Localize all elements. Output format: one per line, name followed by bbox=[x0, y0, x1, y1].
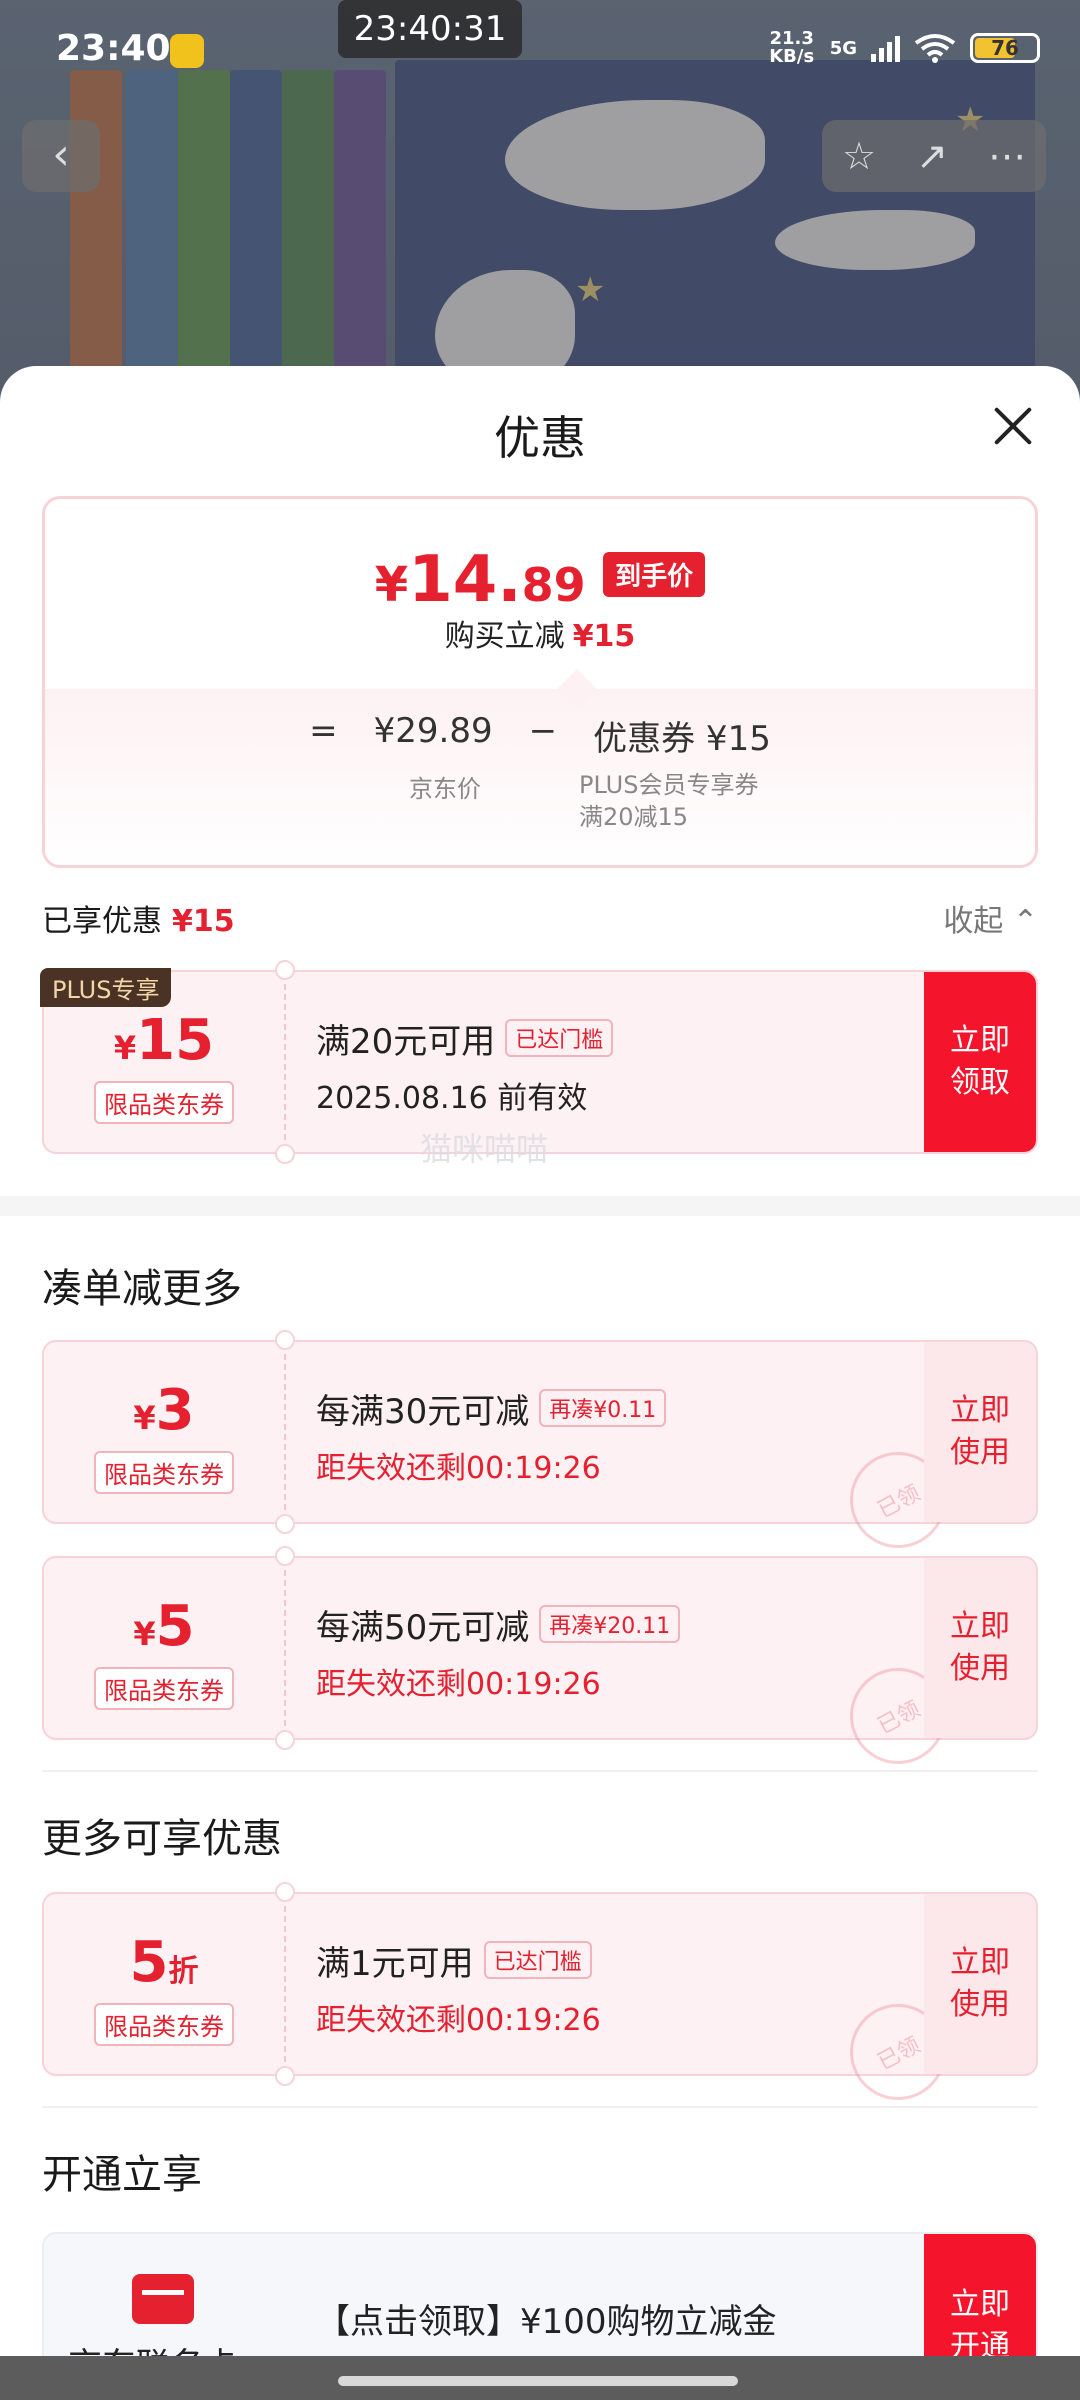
countdown: 距失效还剩00:19:26 bbox=[316, 1667, 601, 1702]
jd-price: ¥29.89 bbox=[373, 711, 493, 751]
collapse-button[interactable]: 收起 ⌃ bbox=[943, 896, 1038, 940]
coupon-condition: 满1元可用 bbox=[316, 1944, 474, 1984]
status-bar: 23:40 23:40:31 21.3 KB/s 5G 76 bbox=[0, 0, 1080, 96]
coupon-amount: 5 bbox=[129, 1930, 169, 1995]
coupon-condition: 每满50元可减 bbox=[316, 1608, 530, 1648]
battery-icon: 76 bbox=[970, 33, 1040, 63]
use-button[interactable]: 立即使用 bbox=[924, 1558, 1036, 1738]
coupon-card: ¥5 限品类东券 每满50元可减 再凑¥20.11 距失效还剩00:19:26 已… bbox=[42, 1546, 1038, 1781]
system-nav-bar bbox=[0, 2356, 1080, 2400]
countdown: 距失效还剩00:19:26 bbox=[316, 1451, 601, 1486]
coupon-deduction: 优惠券 ¥15 bbox=[593, 719, 771, 759]
signal-icon bbox=[871, 34, 900, 62]
section-title-more: 凑单减更多 bbox=[42, 1266, 242, 1312]
final-price: ¥14.89 到手价 bbox=[45, 543, 1035, 617]
share-icon[interactable]: ↗ bbox=[916, 134, 948, 178]
chevron-up-icon: ⌃ bbox=[1012, 904, 1038, 939]
battery-level: 76 bbox=[991, 36, 1019, 60]
favorite-star-icon[interactable]: ☆ bbox=[842, 134, 876, 178]
coupon-label: PLUS会员专享券满20减15 bbox=[579, 771, 759, 831]
add-more-tag: 再凑¥0.11 bbox=[539, 1389, 667, 1427]
close-icon[interactable] bbox=[982, 396, 1042, 456]
scope-tag: 限品类东券 bbox=[94, 1667, 234, 1710]
more-dots-icon[interactable]: ⋯ bbox=[988, 134, 1026, 178]
card-offer-text: 【点击领取】¥100购物立减金 bbox=[316, 2302, 777, 2342]
countdown: 距失效还剩00:19:26 bbox=[316, 2003, 601, 2038]
top-actions: ☆ ↗ ⋯ bbox=[822, 120, 1046, 192]
price-formula: = ¥29.89 − 优惠券 ¥15 bbox=[309, 711, 771, 759]
back-chevron-icon: ‹ bbox=[52, 129, 70, 180]
network-type: 5G bbox=[829, 37, 857, 59]
section-title-extra: 更多可享优惠 bbox=[42, 1816, 282, 1862]
screen-record-time: 23:40:31 bbox=[338, 0, 522, 58]
back-button[interactable]: ‹ bbox=[22, 120, 100, 192]
credit-card-icon bbox=[132, 2274, 194, 2324]
coupon-card: ¥3 限品类东券 每满30元可减 再凑¥0.11 距失效还剩00:19:26 已领… bbox=[42, 1330, 1038, 1565]
coupon-condition: 满20元可用 bbox=[316, 1022, 496, 1062]
scope-tag: 限品类东券 bbox=[94, 1081, 234, 1124]
buy-reduce-line: 购买立减 ¥15 bbox=[444, 619, 636, 654]
coupon-amount: 5 bbox=[155, 1594, 195, 1659]
threshold-tag: 已达门槛 bbox=[505, 1019, 614, 1057]
coupon-card: 5折 限品类东券 满1元可用 已达门槛 距失效还剩00:19:26 已领 立即使用 bbox=[42, 1882, 1038, 2117]
scope-tag: 限品类东券 bbox=[94, 2003, 234, 2046]
net-speed: 21.3 KB/s bbox=[769, 28, 815, 67]
status-indicators: 21.3 KB/s 5G 76 bbox=[768, 30, 1040, 66]
home-indicator[interactable] bbox=[338, 2376, 738, 2386]
add-more-tag: 再凑¥20.11 bbox=[539, 1605, 681, 1643]
discount-sheet: 优惠 ¥14.89 到手价 购买立减 ¥15 = ¥29.89 − 优惠券 ¥15… bbox=[0, 366, 1080, 2400]
section-title-open: 开通立享 bbox=[42, 2152, 202, 2198]
jd-price-label: 京东价 bbox=[409, 775, 481, 803]
threshold-tag: 已达门槛 bbox=[483, 1941, 592, 1979]
notification-app-icon bbox=[170, 34, 204, 68]
coupon-amount: 3 bbox=[155, 1378, 195, 1443]
scope-tag: 限品类东券 bbox=[94, 1451, 234, 1494]
use-button[interactable]: 立即使用 bbox=[924, 1342, 1036, 1522]
hand-price-tag: 到手价 bbox=[603, 552, 706, 597]
watermark: 猫咪喵喵 bbox=[420, 1130, 549, 1168]
wifi-icon bbox=[914, 34, 956, 63]
price-summary-card: ¥14.89 到手价 购买立减 ¥15 = ¥29.89 − 优惠券 ¥15 京东… bbox=[42, 496, 1038, 868]
enjoyed-discount-row: 已享优惠 ¥15 收起 ⌃ bbox=[42, 896, 1038, 940]
coupon-amount: 15 bbox=[136, 1008, 215, 1073]
use-button[interactable]: 立即使用 bbox=[924, 1894, 1036, 2074]
claim-button[interactable]: 立即领取 bbox=[924, 972, 1036, 1152]
coupon-condition: 每满30元可减 bbox=[316, 1392, 530, 1432]
coupon-validity: 2025.08.16 前有效 bbox=[316, 1081, 588, 1116]
sheet-title: 优惠 bbox=[494, 411, 586, 465]
status-time: 23:40 bbox=[56, 28, 171, 69]
